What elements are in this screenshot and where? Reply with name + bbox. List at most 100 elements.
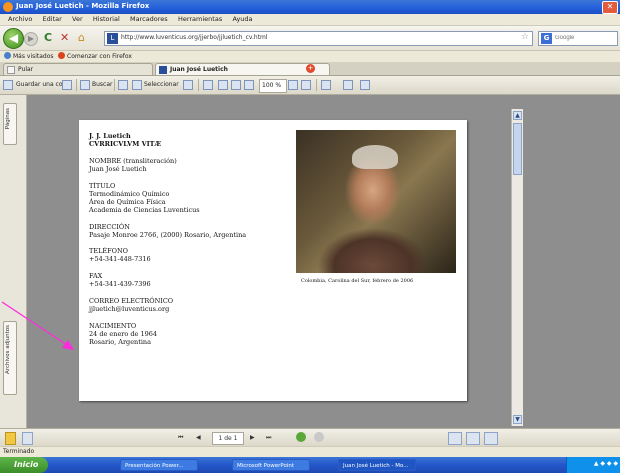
two-page-icon[interactable] [484,432,498,445]
section-value: Termodinámico Químico [89,190,170,198]
sign-icon[interactable] [343,80,353,90]
url-text: http://www.luventicus.org/jjerbo/jjlueti… [121,34,268,41]
page-icon[interactable] [22,432,33,445]
zoom-out-icon[interactable] [218,80,228,90]
page-number-field[interactable]: 1 de 1 [212,432,244,445]
pointer-arrow-annotation [1,301,74,350]
system-tray: ▲ ◆ ◆ ◆ [566,457,620,473]
menu-bookmarks[interactable]: Marcadores [130,14,168,25]
first-page-button[interactable]: ⏮ [178,432,183,443]
section-label: CORREO ELECTRÓNICO [89,297,174,305]
section-value: Rosario, Argentina [89,338,151,346]
taskbar-item-powerpoint[interactable]: Microsoft PowerPoint [232,459,310,471]
search-button[interactable]: Buscar [92,79,113,91]
doc-heading: CVRRICVLVM VITÆ [89,140,162,148]
page-icon [7,66,15,74]
next-page-button[interactable]: ▶ [250,432,255,443]
scroll-down-arrow[interactable]: ▼ [513,415,522,424]
bookmark-label: Comenzar con Firefox [67,53,132,60]
previous-view-icon[interactable] [296,432,306,442]
comment-icon[interactable] [321,80,331,90]
tab-label: Juan José Luetich [170,66,228,73]
section-label: TÍTULO [89,182,116,190]
bookmark-getting-started[interactable]: Comenzar con Firefox [58,52,132,61]
next-view-icon[interactable] [314,432,324,442]
menu-file[interactable]: Archivo [8,14,32,25]
bookmark-label: Más visitados [13,53,54,60]
separator [198,79,199,91]
pdf-toolbar: Guardar una copia Buscar Seleccionar 100… [0,76,620,95]
doc-name: J. J. Luetich [89,132,131,140]
single-page-icon[interactable] [448,432,462,445]
back-button[interactable]: ◀ [3,28,24,49]
search-bar[interactable]: G [538,31,618,46]
search-input[interactable] [555,33,613,42]
select-button[interactable]: Seleccionar [144,79,179,91]
hand-icon[interactable] [5,432,16,445]
pages-side-tab[interactable]: Páginas [3,103,17,145]
site-favicon [159,66,167,74]
bookmark-most-visited[interactable]: Más visitados [4,52,54,61]
menu-edit[interactable]: Editar [43,14,62,25]
fit-width-icon[interactable] [301,80,311,90]
zoom-level-field[interactable]: 100 % [259,79,287,93]
navigation-panel: Páginas Archivos adjuntos [0,95,27,428]
taskbar-item-firefox[interactable]: Juan José Luetich - Mo... [338,459,416,471]
google-icon[interactable]: G [541,33,552,44]
viewer-background [522,95,620,428]
binoculars-icon[interactable] [80,80,90,90]
section-value: jjluetich@luventicus.org [89,305,170,313]
bookmark-star-icon[interactable]: ☆ [521,32,529,42]
zoom-in-icon[interactable] [231,80,241,90]
select-tool-icon[interactable] [132,80,142,90]
start-button[interactable]: Inicio [0,457,48,473]
close-window-button[interactable]: ✕ [602,1,618,14]
new-tab-button[interactable]: + [306,64,315,73]
save-icon[interactable] [3,80,13,90]
section-label: FAX [89,272,103,280]
taskbar-item-presentation[interactable]: Presentación Power... [120,459,198,471]
zoom-dropdown-icon[interactable] [288,80,298,90]
forward-button[interactable]: ▶ [24,32,38,46]
separator [316,79,317,91]
section-value: +54-341-448-7316 [89,255,151,263]
status-text: Terminado [3,448,35,455]
print-icon[interactable] [62,80,72,90]
tray-icons[interactable]: ▲ ◆ ◆ ◆ [594,460,618,467]
bookmark-folder-icon [4,52,11,59]
last-page-button[interactable]: ⏭ [266,432,271,443]
hand-tool-icon[interactable] [118,80,128,90]
title-bar: Juan José Luetich - Mozilla Firefox ✕ [0,0,620,14]
tab-label: Pular [18,66,34,73]
share-icon[interactable] [360,80,370,90]
scroll-thumb[interactable] [513,123,522,175]
portrait-photo [296,130,456,273]
continuous-page-icon[interactable] [466,432,480,445]
menu-bar: Archivo Editar Ver Historial Marcadores … [0,14,620,26]
section-label: NOMBRE (transliteración) [89,157,177,165]
section-label: NACIMIENTO [89,322,137,330]
reload-icon[interactable]: C [44,32,52,44]
stop-icon[interactable]: ✕ [60,32,69,44]
section-value: 24 de enero de 1964 [89,330,157,338]
home-icon[interactable]: ⌂ [78,32,85,44]
tab-juan-jose-luetich[interactable]: Juan José Luetich [155,63,330,75]
section-value: Área de Química Física [89,198,166,206]
firefox-bookmark-icon [58,52,65,59]
site-favicon: L [107,33,118,44]
section-label: DIRECCIÓN [89,223,130,231]
snapshot-icon[interactable] [183,80,193,90]
menu-help[interactable]: Ayuda [232,14,252,25]
zoom-tool-icon[interactable] [203,80,213,90]
fit-page-icon[interactable] [244,80,254,90]
scroll-up-arrow[interactable]: ▲ [513,111,522,120]
vertical-scrollbar[interactable]: ▲ ▼ [511,109,523,426]
section-value: Pasaje Monroe 2766, (2000) Rosario, Arge… [89,231,247,239]
menu-tools[interactable]: Herramientas [178,14,222,25]
menu-view[interactable]: Ver [72,14,83,25]
previous-page-button[interactable]: ◀ [196,432,201,443]
tab-pular[interactable]: Pular [3,63,153,75]
menu-history[interactable]: Historial [93,14,120,25]
separator [114,79,115,91]
url-bar[interactable]: L http://www.luventicus.org/jjerbo/jjlue… [104,31,533,46]
